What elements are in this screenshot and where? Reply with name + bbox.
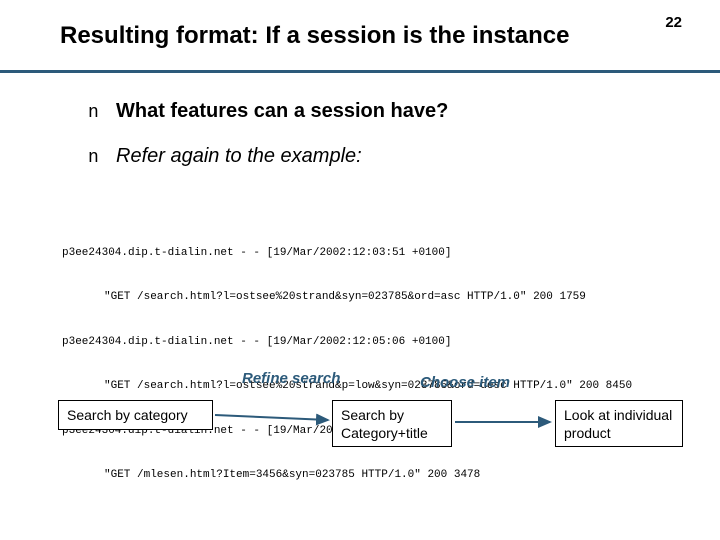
bullet-marker: n xyxy=(88,148,116,168)
slide-title: Resulting format: If a session is the in… xyxy=(60,22,569,50)
bullet-text: Refer again to the example: xyxy=(116,145,362,168)
log-line: p3ee24304.dip.t-dialin.net - - [19/Mar/2… xyxy=(62,335,680,350)
page-number: 22 xyxy=(665,14,682,31)
bullet-item: n What features can a session have? xyxy=(88,100,660,123)
annotation-label-choose: Choose item xyxy=(420,374,510,391)
box-search-by-category-title: Search by Category+title xyxy=(332,400,452,447)
annotation-area: Refine search Choose item Search by cate… xyxy=(0,370,720,520)
box-search-by-category: Search by category xyxy=(58,400,213,430)
annotation-label-refine: Refine search xyxy=(242,370,340,387)
log-line: "GET /search.html?l=ostsee%20strand&syn=… xyxy=(104,290,680,305)
box-look-individual-product: Look at individual product xyxy=(555,400,683,447)
bullet-item: n Refer again to the example: xyxy=(88,145,660,168)
slide: 22 Resulting format: If a session is the… xyxy=(0,0,720,540)
bullet-list: n What features can a session have? n Re… xyxy=(88,100,660,190)
bullet-marker: n xyxy=(88,103,116,123)
log-line: p3ee24304.dip.t-dialin.net - - [19/Mar/2… xyxy=(62,246,680,261)
bullet-text: What features can a session have? xyxy=(116,100,448,123)
arrow-refine xyxy=(215,415,328,420)
title-underline xyxy=(0,70,720,73)
